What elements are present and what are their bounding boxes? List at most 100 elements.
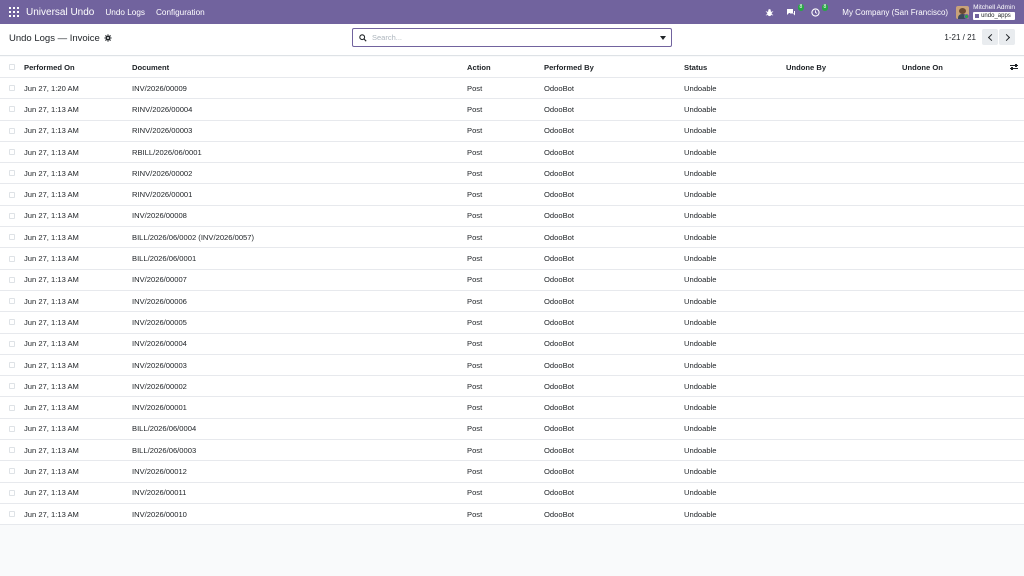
table-row[interactable]: Jun 27, 1:13 AM BILL/2026/06/0002 (INV/20… [0, 227, 1024, 249]
row-checkbox[interactable] [9, 298, 15, 305]
row-checkbox[interactable] [9, 468, 15, 475]
control-panel: Undo Logs — Invoice 1-21 / 21 [0, 24, 1024, 56]
cell-performed-by: OdooBot [544, 168, 574, 178]
table-row[interactable]: Jun 27, 1:13 AM INV/2026/00010 Post OdooBot… [0, 504, 1024, 526]
row-checkbox[interactable] [9, 383, 15, 390]
cell-performed-on: Jun 27, 1:13 AM [24, 317, 79, 327]
row-checkbox[interactable] [9, 170, 15, 177]
cell-performed-by: OdooBot [544, 147, 574, 157]
cell-action: Post [467, 126, 483, 136]
undo-log-list: Performed On Document Action Performed B… [0, 57, 1024, 526]
table-row[interactable]: Jun 27, 1:13 AM INV/2026/00007 Post OdooBot… [0, 270, 1024, 291]
table-row[interactable]: Jun 27, 1:13 AM BILL/2026/06/0004 Post Odoo… [0, 419, 1024, 441]
row-checkbox[interactable] [9, 191, 15, 198]
column-action[interactable]: Action [467, 57, 491, 77]
table-row[interactable]: Jun 27, 1:13 AM RINV/2026/00004 Post OdooBo… [0, 99, 1024, 121]
user-menu[interactable]: Mitchell Admin undo_apps [973, 4, 1015, 20]
table-body: Jun 27, 1:20 AM INV/2026/00009 Post OdooBot… [0, 78, 1024, 526]
search-options-toggle[interactable] [655, 29, 671, 46]
cell-performed-on: Jun 27, 1:13 AM [24, 403, 79, 413]
column-performed-on[interactable]: Performed On [24, 57, 75, 77]
column-performed-by[interactable]: Performed By [544, 57, 594, 77]
chevron-left-icon [987, 33, 995, 41]
table-row[interactable]: Jun 27, 1:13 AM INV/2026/00001 Post OdooBot… [0, 397, 1024, 419]
cell-status: Undoable [684, 168, 717, 178]
row-checkbox[interactable] [9, 276, 15, 283]
cell-performed-on: Jun 27, 1:13 AM [24, 147, 79, 157]
messages-badge: 8 [797, 4, 805, 11]
cell-performed-on: Jun 27, 1:13 AM [24, 296, 79, 306]
table-row[interactable]: Jun 27, 1:13 AM INV/2026/00006 Post OdooBot… [0, 291, 1024, 313]
cell-status: Undoable [684, 466, 717, 476]
table-row[interactable]: Jun 27, 1:13 AM BILL/2026/06/0003 Post Odoo… [0, 440, 1024, 462]
cell-status: Undoable [684, 339, 717, 349]
cell-action: Post [467, 254, 483, 264]
row-checkbox[interactable] [9, 362, 15, 368]
row-checkbox[interactable] [9, 106, 15, 113]
table-header: Performed On Document Action Performed B… [0, 57, 1024, 78]
table-row[interactable]: Jun 27, 1:13 AM INV/2026/00004 Post OdooBot… [0, 334, 1024, 355]
chevron-down-icon [660, 35, 666, 40]
table-row[interactable]: Jun 27, 1:13 AM INV/2026/00003 Post OdooBot… [0, 355, 1024, 377]
pager-previous-button[interactable] [982, 29, 998, 45]
table-row[interactable]: Jun 27, 1:13 AM RINV/2026/00001 Post OdooBo… [0, 184, 1024, 206]
column-status[interactable]: Status [684, 57, 707, 77]
cell-performed-by: OdooBot [544, 424, 574, 434]
cell-document: INV/2026/00007 [132, 275, 187, 285]
cell-document: INV/2026/00002 [132, 381, 187, 391]
apps-grid-icon[interactable] [9, 7, 19, 17]
cell-status: Undoable [684, 317, 717, 327]
cell-performed-by: OdooBot [544, 211, 574, 221]
app-brand[interactable]: Universal Undo [26, 7, 94, 18]
menu-undo-logs[interactable]: Undo Logs [105, 8, 145, 17]
row-checkbox[interactable] [9, 447, 15, 454]
row-checkbox[interactable] [9, 511, 15, 518]
table-row[interactable]: Jun 27, 1:13 AM INV/2026/00005 Post OdooBot… [0, 312, 1024, 334]
cell-performed-on: Jun 27, 1:13 AM [24, 168, 79, 178]
table-row[interactable]: Jun 27, 1:13 AM RINV/2026/00002 Post OdooBo… [0, 163, 1024, 185]
row-checkbox[interactable] [9, 489, 15, 496]
bug-icon[interactable] [762, 5, 776, 19]
cell-status: Undoable [684, 488, 717, 498]
optional-columns-icon[interactable] [1010, 64, 1018, 70]
column-undone-on[interactable]: Undone On [902, 57, 943, 77]
table-row[interactable]: Jun 27, 1:20 AM INV/2026/00009 Post OdooBot… [0, 78, 1024, 100]
menu-configuration[interactable]: Configuration [156, 8, 205, 17]
clock-icon[interactable]: 8 [808, 4, 829, 19]
cell-document: RINV/2026/00003 [132, 126, 193, 136]
table-row[interactable]: Jun 27, 1:13 AM BILL/2026/06/0001 Post Odoo… [0, 248, 1024, 270]
row-checkbox[interactable] [9, 340, 15, 347]
cell-performed-by: OdooBot [544, 381, 574, 391]
table-row[interactable]: Jun 27, 1:13 AM INV/2026/00002 Post OdooBot… [0, 376, 1024, 398]
row-checkbox[interactable] [9, 319, 15, 326]
pager-next-button[interactable] [999, 29, 1015, 45]
cell-performed-on: Jun 27, 1:13 AM [24, 488, 79, 498]
row-checkbox[interactable] [9, 425, 15, 432]
column-undone-by[interactable]: Undone By [786, 57, 826, 77]
row-checkbox[interactable] [9, 212, 15, 219]
avatar[interactable] [956, 5, 970, 19]
row-checkbox[interactable] [9, 85, 15, 92]
search-icon [356, 33, 370, 42]
row-checkbox[interactable] [9, 404, 15, 411]
cell-action: Post [467, 275, 483, 285]
pager-value[interactable]: 1-21 / 21 [944, 33, 976, 42]
select-all-checkbox[interactable] [9, 64, 15, 70]
database-tag: undo_apps [973, 12, 1015, 20]
table-row[interactable]: Jun 27, 1:13 AM INV/2026/00011 Post OdooBot… [0, 483, 1024, 504]
row-checkbox[interactable] [9, 149, 15, 156]
search-input[interactable] [372, 33, 655, 42]
chat-icon[interactable]: 8 [784, 4, 805, 19]
table-row[interactable]: Jun 27, 1:13 AM INV/2026/00012 Post OdooBot… [0, 461, 1024, 483]
column-document[interactable]: Document [132, 57, 169, 77]
search-box [352, 28, 672, 47]
table-row[interactable]: Jun 27, 1:13 AM INV/2026/00008 Post OdooBot… [0, 206, 1024, 228]
cell-performed-by: OdooBot [544, 275, 574, 285]
row-checkbox[interactable] [9, 255, 15, 262]
gear-icon[interactable] [104, 33, 112, 44]
row-checkbox[interactable] [9, 127, 15, 134]
company-switcher[interactable]: My Company (San Francisco) [842, 8, 948, 17]
table-row[interactable]: Jun 27, 1:13 AM RBILL/2026/06/0001 Post Odo… [0, 142, 1024, 164]
row-checkbox[interactable] [9, 234, 15, 241]
table-row[interactable]: Jun 27, 1:13 AM RINV/2026/00003 Post OdooBo… [0, 121, 1024, 142]
